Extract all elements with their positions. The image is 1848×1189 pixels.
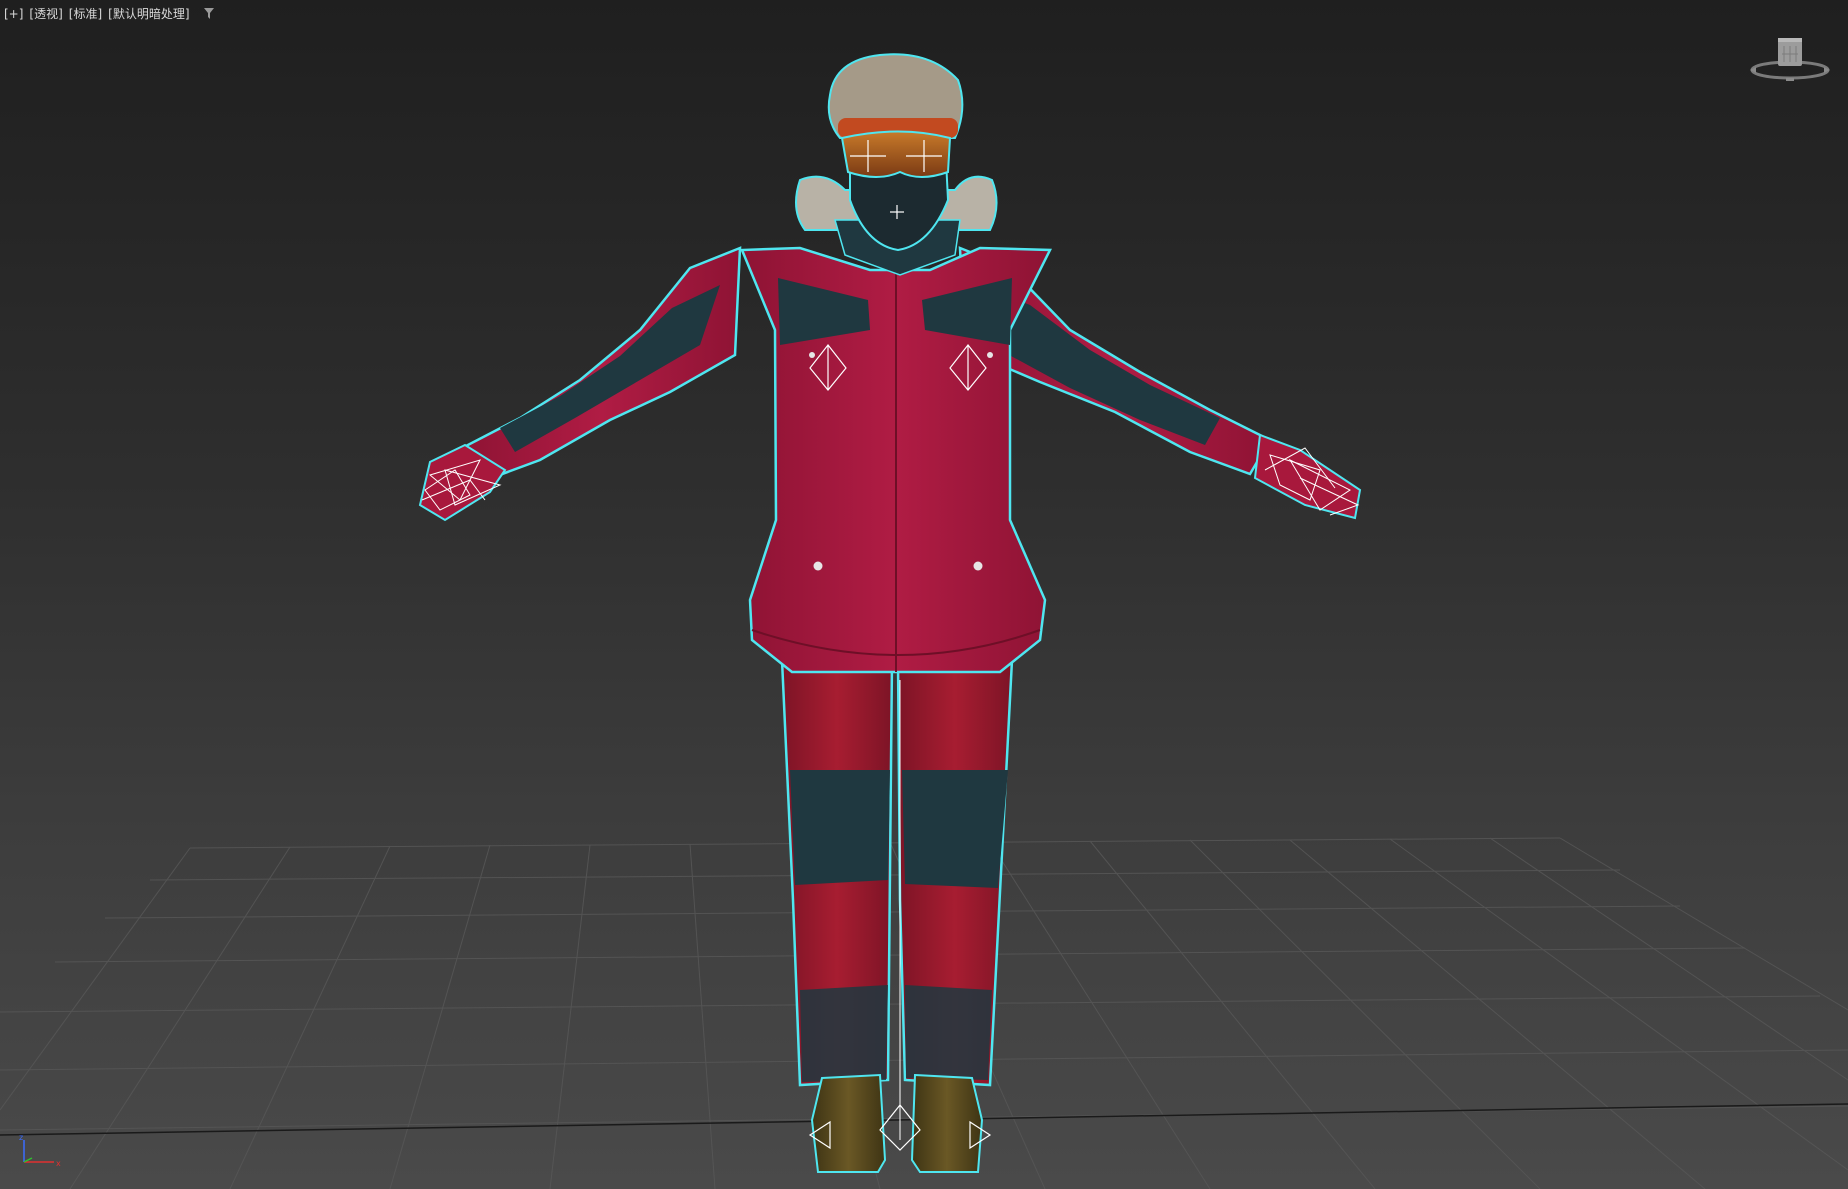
viewport-lighting-menu[interactable]: [默认明暗处理] [108, 5, 189, 22]
filter-funnel-icon[interactable] [203, 8, 214, 19]
perspective-viewport[interactable]: [+] [透视] [标准] [默认明暗处理] z x [0, 0, 1848, 1189]
viewport-plus-menu[interactable]: [+] [4, 7, 23, 21]
world-axis-tripod-icon: z x [19, 1133, 61, 1168]
right-glove [1253, 433, 1362, 520]
goggles [840, 130, 952, 178]
left-arm [460, 246, 742, 482]
viewcube-icon[interactable] [1748, 30, 1832, 90]
svg-text:x: x [56, 1159, 61, 1168]
svg-text:z: z [19, 1133, 23, 1142]
scene-canvas[interactable] [0, 0, 1848, 1189]
viewport-label-menu: [+] [透视] [标准] [默认明暗处理] [4, 5, 214, 22]
left-boot [810, 1073, 887, 1173]
viewport-shading-menu[interactable]: [标准] [69, 5, 102, 22]
viewport-view-menu[interactable]: [透视] [29, 5, 62, 22]
